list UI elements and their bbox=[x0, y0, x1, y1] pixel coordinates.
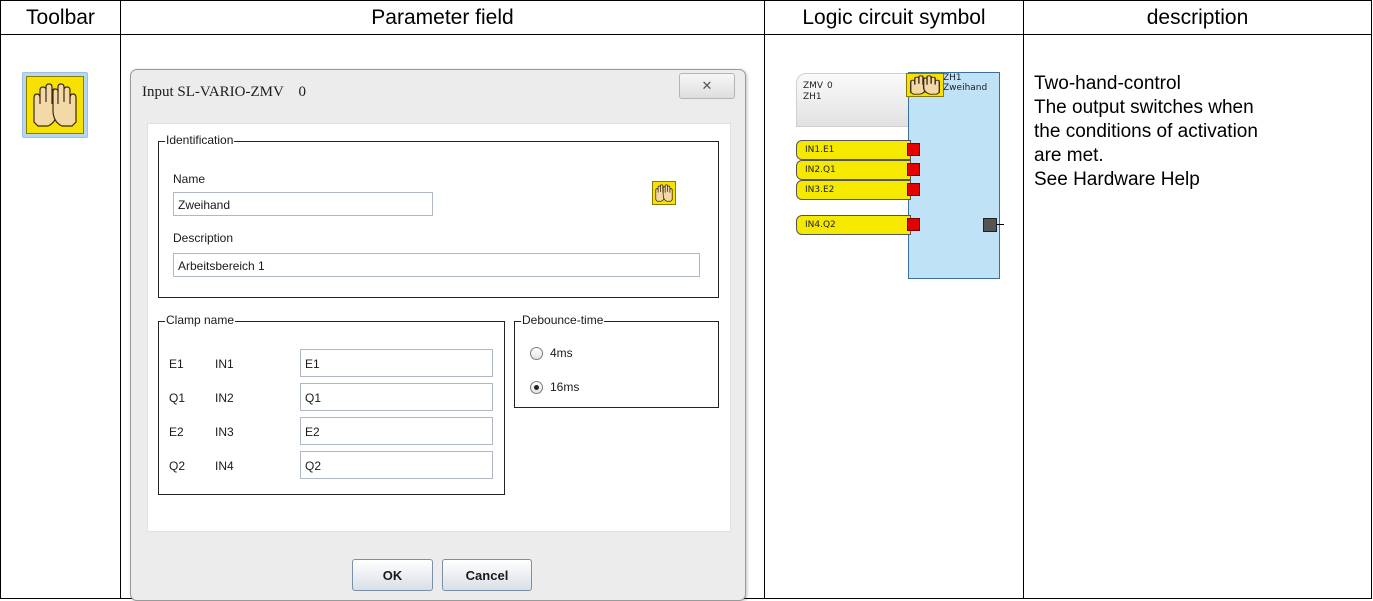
description-cell: Two-hand-control The output switches whe… bbox=[1023, 34, 1372, 599]
symbol-body[interactable] bbox=[908, 72, 1000, 279]
symbol-title-line2: Zweihand bbox=[943, 83, 988, 93]
input-dialog: Input SL-VARIO-ZMV 0 ✕ Identification Na… bbox=[130, 69, 746, 601]
two-hand-control-icon bbox=[906, 73, 944, 97]
clamp-name-group: Clamp name E1 IN1 E1 Q1 IN2 Q1 E2 IN3 E2 bbox=[158, 313, 505, 495]
dialog-title: Input SL-VARIO-ZMV 0 bbox=[142, 84, 307, 100]
clamp-field-in3[interactable]: E2 bbox=[300, 417, 493, 445]
logic-symbol-cell: ZMV 0 ZH1 ZH1 Zweihand IN1.E1 IN2.Q1 IN3… bbox=[764, 34, 1024, 599]
name-label: Name bbox=[173, 172, 206, 186]
description-line: the conditions of activation bbox=[1034, 121, 1258, 142]
clamp-input-label: IN4 bbox=[215, 459, 234, 473]
clamp-input-label: IN1 bbox=[215, 357, 234, 371]
clamp-terminal-label: E1 bbox=[169, 357, 184, 371]
header-logic-circuit-symbol: Logic circuit symbol bbox=[764, 0, 1024, 35]
dialog-body: Identification Name Zweihand Description… bbox=[147, 123, 731, 532]
pin-label: IN1.E1 bbox=[805, 145, 835, 155]
pin-label: IN4.Q2 bbox=[805, 220, 836, 230]
two-hand-control-icon bbox=[652, 181, 676, 205]
symbol-type: ZMV bbox=[803, 81, 824, 91]
symbol-number: 0 bbox=[827, 81, 833, 91]
close-button[interactable]: ✕ bbox=[679, 73, 735, 99]
radio-4ms[interactable] bbox=[530, 347, 543, 360]
header-description: description bbox=[1023, 0, 1372, 35]
description-line: The output switches when bbox=[1034, 97, 1254, 118]
description-text: Two-hand-control The output switches whe… bbox=[1034, 72, 1258, 192]
identification-group: Identification Name Zweihand Description… bbox=[158, 133, 719, 298]
symbol-title-line1: ZH1 bbox=[943, 73, 962, 83]
clamp-field-in4[interactable]: Q2 bbox=[300, 451, 493, 479]
documentation-table: Toolbar Parameter field Logic circuit sy… bbox=[0, 0, 1372, 601]
two-hand-control-icon[interactable] bbox=[22, 72, 88, 138]
description-field[interactable]: Arbeitsbereich 1 bbox=[173, 253, 700, 277]
radio-4ms-label: 4ms bbox=[550, 346, 573, 360]
radio-16ms[interactable] bbox=[530, 381, 543, 394]
input-pin[interactable]: IN2.Q1 bbox=[796, 160, 911, 180]
description-line: See Hardware Help bbox=[1034, 169, 1200, 190]
symbol-title: ZH1 Zweihand bbox=[943, 73, 998, 93]
input-connector[interactable] bbox=[907, 183, 920, 196]
input-pin[interactable]: IN4.Q2 bbox=[796, 215, 911, 235]
symbol-header: ZMV 0 ZH1 bbox=[796, 73, 918, 127]
parameter-field-cell: Input SL-VARIO-ZMV 0 ✕ Identification Na… bbox=[120, 34, 765, 601]
description-line: are met. bbox=[1034, 145, 1104, 166]
description-label: Description bbox=[173, 231, 234, 245]
pin-label: IN3.E2 bbox=[805, 185, 835, 195]
clamp-input-label: IN3 bbox=[215, 425, 234, 439]
header-toolbar: Toolbar bbox=[0, 0, 121, 35]
input-connector[interactable] bbox=[907, 218, 920, 231]
debounce-time-group: Debounce-time 4ms 16ms bbox=[514, 313, 719, 408]
toolbar-cell bbox=[0, 34, 121, 599]
pin-label: IN2.Q1 bbox=[805, 165, 836, 175]
ok-button[interactable]: OK bbox=[352, 559, 433, 591]
clamp-input-label: IN2 bbox=[215, 391, 234, 405]
clamp-field-in2[interactable]: Q1 bbox=[300, 383, 493, 411]
clamp-name-legend: Clamp name bbox=[165, 313, 236, 327]
debounce-time-legend: Debounce-time bbox=[521, 313, 605, 327]
name-field[interactable]: Zweihand bbox=[173, 192, 433, 216]
clamp-terminal-label: Q2 bbox=[169, 459, 186, 473]
cancel-button[interactable]: Cancel bbox=[442, 559, 532, 591]
output-line bbox=[997, 224, 1004, 225]
clamp-terminal-label: E2 bbox=[169, 425, 184, 439]
clamp-terminal-label: Q1 bbox=[169, 391, 186, 405]
radio-16ms-label: 16ms bbox=[550, 380, 580, 394]
close-icon: ✕ bbox=[701, 78, 713, 93]
header-parameter-field: Parameter field bbox=[120, 0, 765, 35]
description-line: Two-hand-control bbox=[1034, 73, 1181, 94]
identification-legend: Identification bbox=[165, 133, 235, 147]
symbol-name: ZH1 bbox=[803, 92, 822, 102]
input-connector[interactable] bbox=[907, 143, 920, 156]
input-pin[interactable]: IN1.E1 bbox=[796, 140, 911, 160]
output-connector[interactable] bbox=[983, 218, 997, 232]
input-pin[interactable]: IN3.E2 bbox=[796, 180, 911, 200]
input-connector[interactable] bbox=[907, 163, 920, 176]
clamp-field-in1[interactable]: E1 bbox=[300, 349, 493, 377]
